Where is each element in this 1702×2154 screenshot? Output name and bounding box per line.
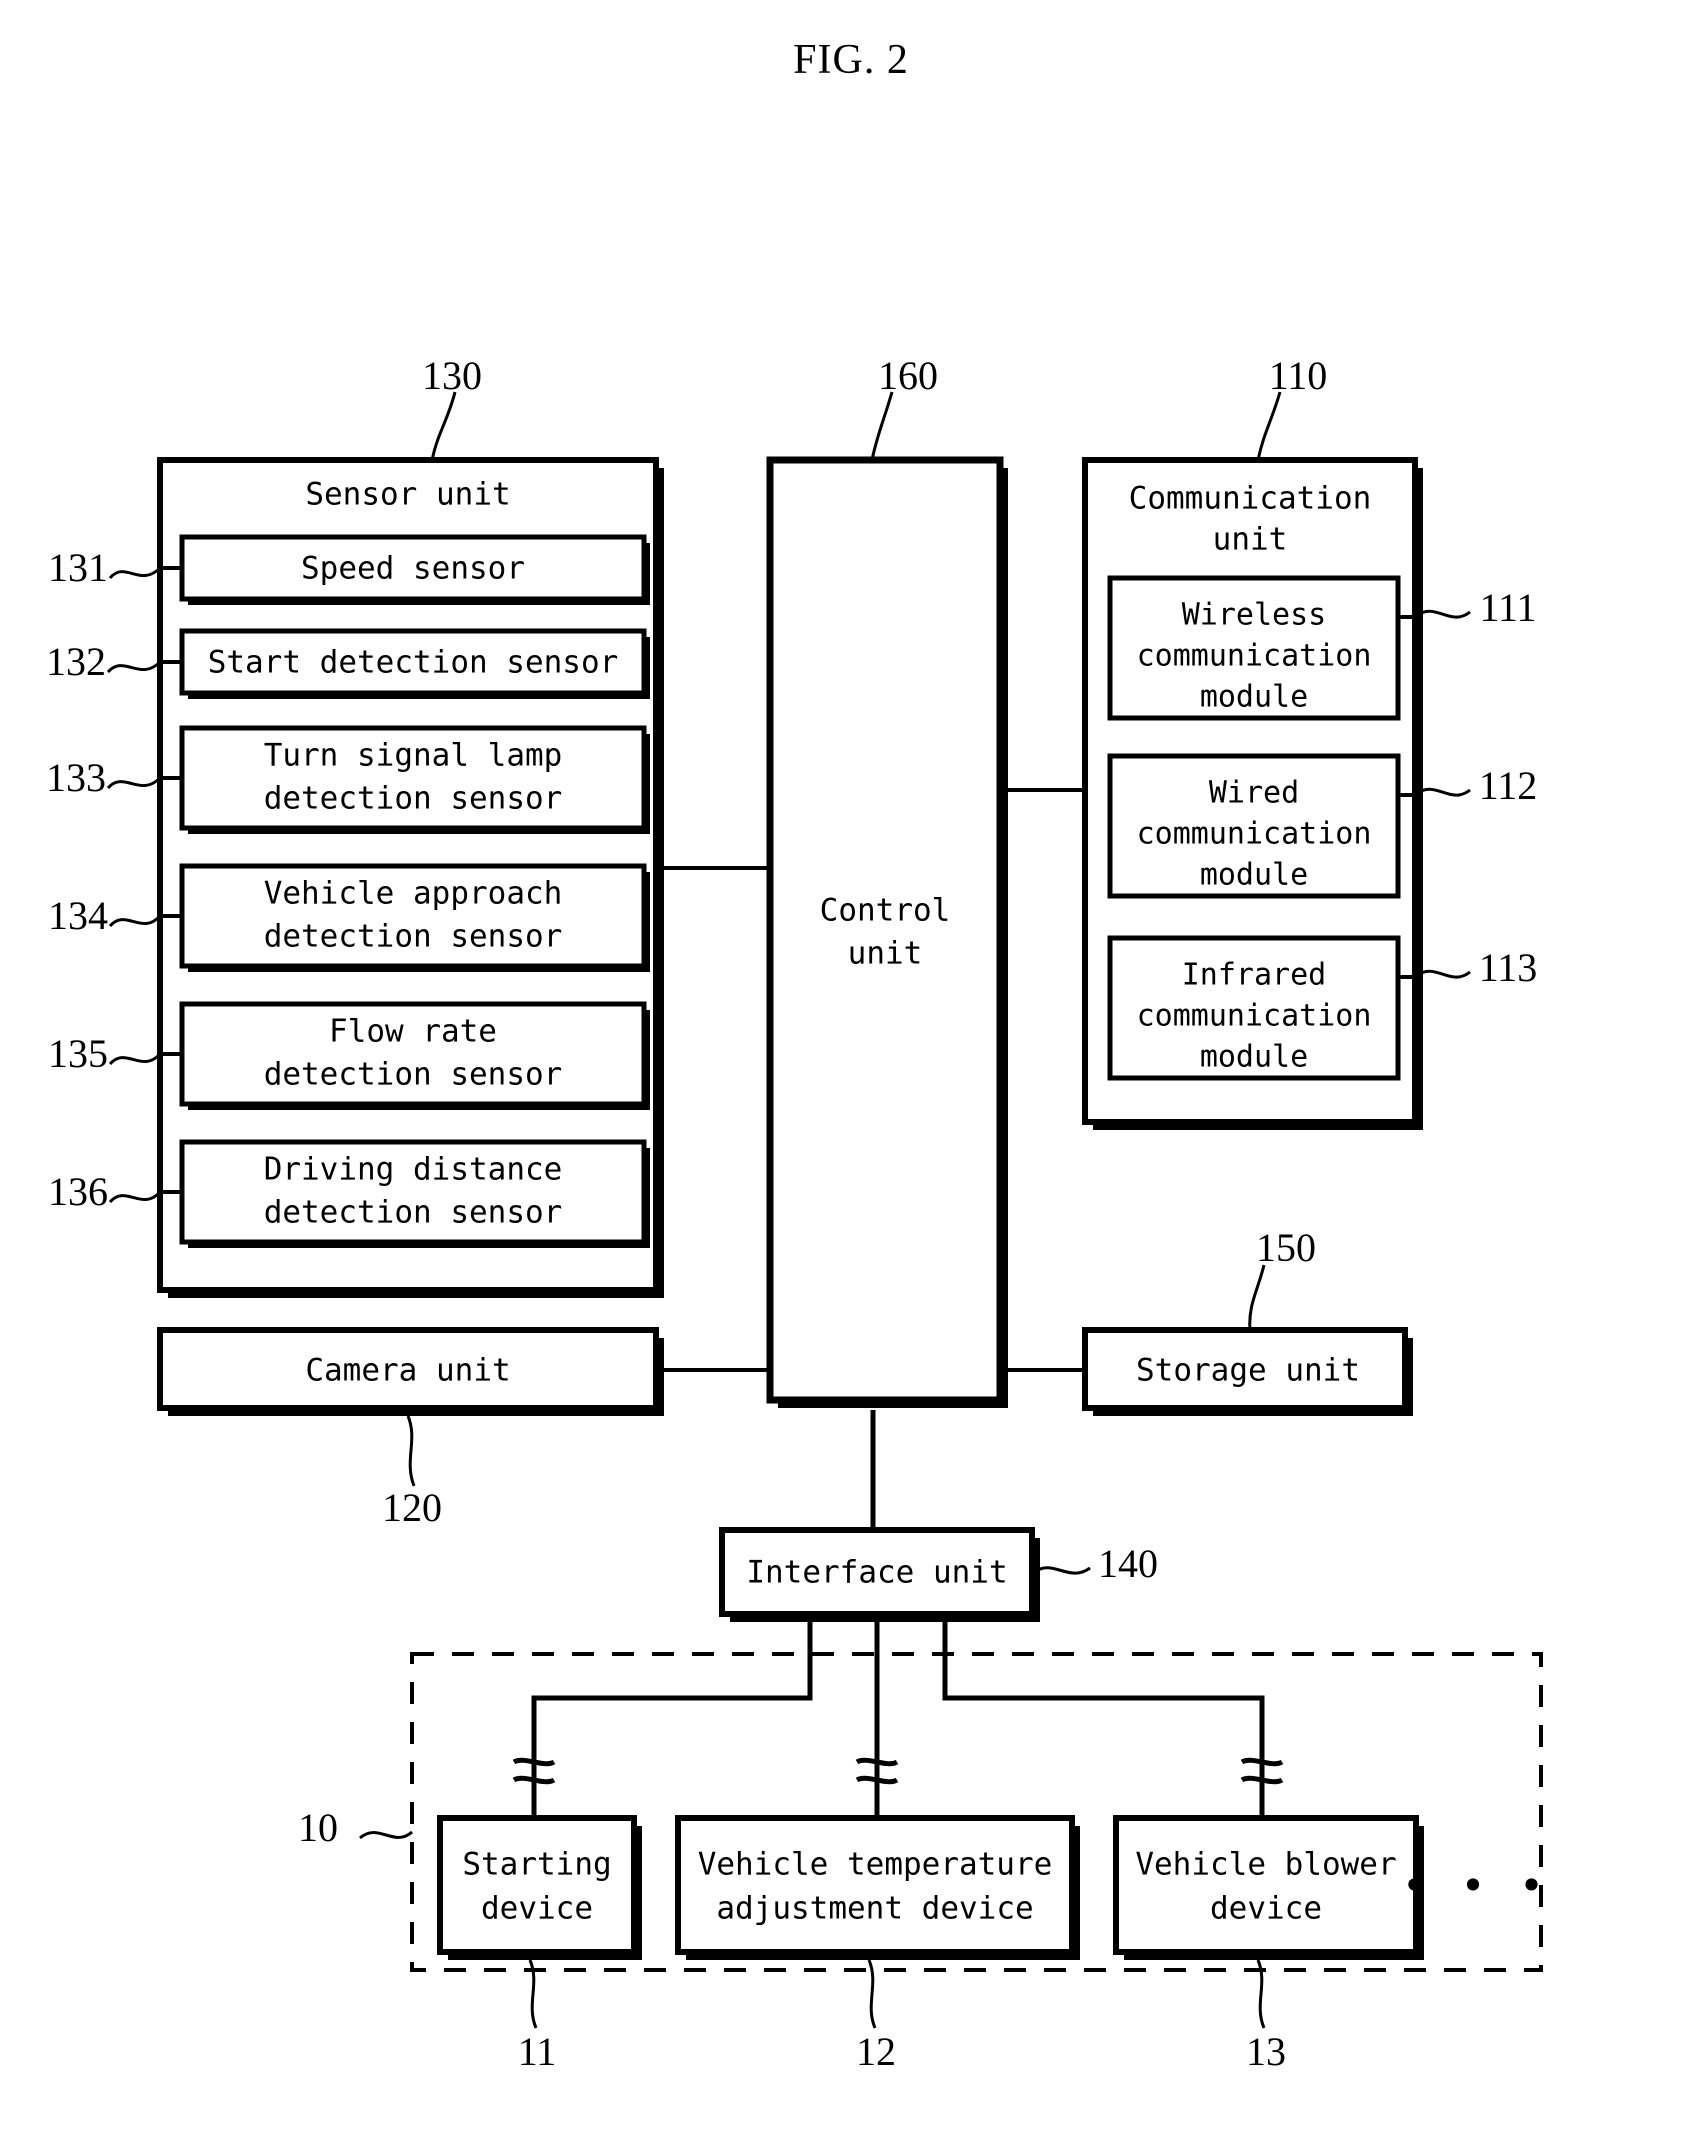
module-label-wired-l2: communication: [1137, 817, 1372, 852]
sensor-label-vehicle-approach-l2: detection sensor: [264, 919, 563, 955]
module-label-wireless-l3: module: [1200, 680, 1308, 715]
leader-130: [430, 391, 457, 461]
leader-113: [1414, 969, 1471, 979]
ref-number-131: 131: [48, 545, 108, 590]
sensor-unit-title: Sensor unit: [305, 477, 510, 513]
ref-number-12: 12: [856, 2029, 896, 2074]
leader-120: [406, 1415, 416, 1487]
ref-number-120: 120: [382, 1485, 442, 1530]
ref-number-13: 13: [1246, 2029, 1286, 2074]
sensor-label-flow-rate-l1: Flow rate: [329, 1014, 497, 1050]
blower-device-label-l2: device: [1210, 1891, 1322, 1927]
module-label-wireless-l2: communication: [1137, 639, 1372, 674]
sensor-label-vehicle-approach-l1: Vehicle approach: [264, 876, 563, 912]
module-label-wireless-l1: Wireless: [1182, 598, 1327, 633]
blower-device-box[interactable]: [1113, 1815, 1419, 1955]
module-label-wired-l3: module: [1200, 858, 1308, 893]
ref-number-140: 140: [1098, 1541, 1158, 1586]
patent-figure-page: FIG. 2 Sensor unit Speed sensor Start de…: [0, 0, 1702, 2154]
sensor-label-turn-signal-l2: detection sensor: [264, 781, 563, 817]
control-unit-label-l1: Control: [820, 893, 951, 929]
sensor-label-driving-distance-l1: Driving distance: [264, 1152, 563, 1188]
ref-number-113: 113: [1479, 945, 1538, 990]
ref-number-110: 110: [1269, 353, 1328, 398]
leader-132: [106, 660, 162, 674]
bus-line-starting-device: [531, 1614, 813, 1818]
module-label-infrared-l3: module: [1200, 1040, 1308, 1075]
ref-number-136: 136: [48, 1169, 108, 1214]
ref-number-11: 11: [518, 2029, 557, 2074]
leader-110: [1256, 391, 1282, 461]
leader-160: [870, 391, 894, 461]
communication-unit-label-l1: Communication: [1129, 481, 1372, 517]
sensor-label-speed: Speed sensor: [301, 551, 525, 587]
camera-unit-label: Camera unit: [305, 1353, 510, 1389]
leader-112: [1414, 787, 1471, 797]
temperature-device-label-l1: Vehicle temperature: [698, 1847, 1053, 1883]
module-label-infrared-l1: Infrared: [1182, 958, 1327, 993]
leader-134: [108, 914, 162, 928]
leader-135: [108, 1052, 162, 1066]
control-unit-box[interactable]: [766, 456, 1004, 1404]
ref-number-130: 130: [422, 353, 482, 398]
ref-number-135: 135: [48, 1031, 108, 1076]
control-unit-label-l2: unit: [848, 936, 923, 972]
starting-device-label-l2: device: [481, 1891, 593, 1927]
blower-device-label-l1: Vehicle blower: [1135, 1847, 1396, 1883]
ref-number-111: 111: [1479, 585, 1536, 630]
block-diagram: Sensor unit Speed sensor Start detection…: [46, 353, 1548, 2074]
ref-number-160: 160: [878, 353, 938, 398]
ref-number-150: 150: [1256, 1225, 1316, 1270]
storage-unit-label: Storage unit: [1136, 1353, 1360, 1389]
communication-unit-label-l2: unit: [1213, 522, 1288, 558]
ref-number-132: 132: [46, 639, 106, 684]
leader-10: [359, 1830, 413, 1840]
leader-131: [108, 566, 162, 580]
leader-133: [106, 776, 162, 790]
ref-number-112: 112: [1479, 763, 1538, 808]
module-label-wired-l1: Wired: [1209, 776, 1299, 811]
ref-number-10: 10: [298, 1805, 338, 1850]
leader-12: [867, 1959, 877, 2029]
leader-111: [1414, 609, 1471, 619]
temperature-device-box[interactable]: [675, 1815, 1075, 1955]
ref-number-134: 134: [48, 893, 108, 938]
starting-device-label-l1: Starting: [462, 1847, 611, 1883]
sensor-label-driving-distance-l2: detection sensor: [264, 1195, 563, 1231]
leader-136: [108, 1190, 162, 1204]
sensor-label-start-detection: Start detection sensor: [208, 645, 619, 681]
sensor-label-flow-rate-l2: detection sensor: [264, 1057, 563, 1093]
bus-line-blower-device: [942, 1614, 1265, 1818]
starting-device-box[interactable]: [437, 1815, 637, 1955]
interface-unit-label: Interface unit: [746, 1555, 1007, 1591]
leader-140: [1030, 1566, 1091, 1576]
devices-ellipsis: • • •: [1402, 1861, 1548, 1910]
leader-150: [1248, 1264, 1266, 1331]
module-label-infrared-l2: communication: [1137, 999, 1372, 1034]
ref-number-133: 133: [46, 755, 106, 800]
temperature-device-label-l2: adjustment device: [716, 1891, 1033, 1927]
sensor-label-turn-signal-l1: Turn signal lamp: [264, 738, 563, 774]
